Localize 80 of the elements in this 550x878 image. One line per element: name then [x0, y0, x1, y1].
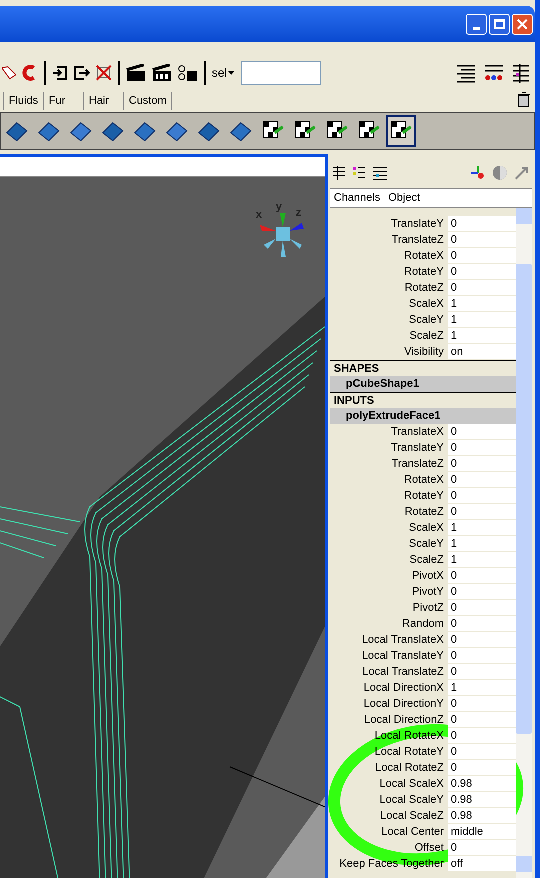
attribute-label: RotateZ — [404, 505, 445, 520]
attribute-value[interactable]: 0.98 — [448, 808, 516, 824]
attribute-label: Local DirectionX — [362, 681, 445, 696]
attribute-label: ScaleY — [408, 313, 445, 328]
attribute-value[interactable]: 0 — [448, 280, 516, 296]
attribute-value[interactable]: 0 — [448, 744, 516, 760]
axis-label: y — [276, 200, 284, 215]
attribute-label: Local ScaleZ — [379, 809, 445, 824]
menu-item[interactable]: Object — [388, 190, 420, 206]
attribute-value[interactable]: 0 — [448, 488, 516, 504]
attribute-label: Visibility — [403, 345, 445, 360]
attribute-label: ScaleX — [408, 297, 445, 312]
attribute-label: RotateX — [403, 249, 445, 264]
attribute-value[interactable]: 1 — [448, 296, 516, 312]
attribute-label: PivotX — [411, 569, 445, 584]
attribute-label: TranslateY — [390, 441, 445, 456]
attribute-label: Local RotateY — [374, 745, 445, 760]
attribute-label: RotateZ — [404, 281, 445, 296]
node-name[interactable]: pCubeShape1 — [330, 376, 516, 392]
attribute-label: ScaleZ — [408, 329, 445, 344]
attribute-value[interactable]: 1 — [448, 312, 516, 328]
attribute-value[interactable]: 0 — [448, 728, 516, 744]
attribute-value[interactable]: 0 — [448, 616, 516, 632]
attribute-label: RotateY — [403, 265, 445, 280]
attribute-value[interactable]: 0 — [448, 664, 516, 680]
attribute-label: PivotY — [411, 585, 445, 600]
attribute-value[interactable]: 1 — [448, 552, 516, 568]
attribute-label: Local Center — [380, 825, 445, 840]
attribute-value[interactable]: 0 — [448, 600, 516, 616]
attribute-label: Local ScaleY — [378, 793, 445, 808]
attribute-label: Local TranslateX — [361, 633, 445, 648]
attribute-label: TranslateZ — [390, 457, 445, 472]
attribute-label: ScaleY — [408, 537, 445, 552]
attribute-value[interactable]: 1 — [448, 680, 516, 696]
attribute-value[interactable]: 1 — [448, 536, 516, 552]
attribute-label: Offset — [414, 841, 445, 856]
attribute-label: ScaleZ — [408, 553, 445, 568]
attribute-label: RotateX — [403, 473, 445, 488]
attribute-label: TranslateY — [390, 217, 445, 232]
attribute-value[interactable]: 0 — [448, 760, 516, 776]
attribute-value[interactable]: 0.98 — [448, 776, 516, 792]
attribute-label: PivotZ — [412, 601, 445, 616]
attribute-label: Local TranslateY — [361, 649, 445, 664]
attribute-label: Local TranslateZ — [362, 665, 445, 680]
menu-item[interactable]: Channels — [334, 190, 380, 206]
attribute-value[interactable]: middle — [448, 824, 516, 840]
attribute-value[interactable]: 1 — [448, 520, 516, 536]
node-name[interactable]: polyExtrudeFace1 — [330, 408, 516, 424]
axis-label: z — [296, 206, 302, 221]
attribute-label: TranslateZ — [390, 233, 445, 248]
attribute-value[interactable]: 0 — [448, 504, 516, 520]
attribute-label: Random — [401, 617, 445, 632]
attribute-value[interactable]: 0 — [448, 264, 516, 280]
axis-label: x — [256, 208, 264, 223]
attribute-value[interactable]: off — [448, 856, 516, 872]
attribute-value[interactable]: 0 — [448, 248, 516, 264]
attribute-value[interactable]: 0 — [448, 568, 516, 584]
attribute-value[interactable]: 1 — [448, 328, 516, 344]
attribute-value[interactable]: 0 — [448, 440, 516, 456]
attribute-value[interactable]: 0 — [448, 632, 516, 648]
attribute-label: RotateY — [403, 489, 445, 504]
attribute-label: ScaleX — [408, 521, 445, 536]
attribute-value[interactable]: 0 — [448, 648, 516, 664]
attribute-label: TranslateX — [390, 425, 445, 440]
attribute-value[interactable]: 0 — [448, 216, 516, 232]
attribute-value[interactable]: on — [448, 344, 516, 360]
attribute-label: Local RotateZ — [374, 761, 445, 776]
attribute-value[interactable]: 0 — [448, 424, 516, 440]
attribute-value[interactable]: 0 — [448, 696, 516, 712]
selection-dropdown[interactable]: sel — [212, 64, 236, 82]
attribute-value[interactable]: 0 — [448, 472, 516, 488]
attribute-value[interactable]: 0 — [448, 232, 516, 248]
attribute-label: Local DirectionZ — [364, 713, 445, 728]
attribute-value[interactable]: 0 — [448, 456, 516, 472]
attribute-value[interactable]: 0.98 — [448, 792, 516, 808]
attribute-label: Local DirectionY — [362, 697, 445, 712]
attribute-value[interactable]: 0 — [448, 712, 516, 728]
attribute-value[interactable]: 0 — [448, 840, 516, 856]
attribute-value[interactable]: 0 — [448, 584, 516, 600]
attribute-label: Local ScaleX — [378, 777, 445, 792]
